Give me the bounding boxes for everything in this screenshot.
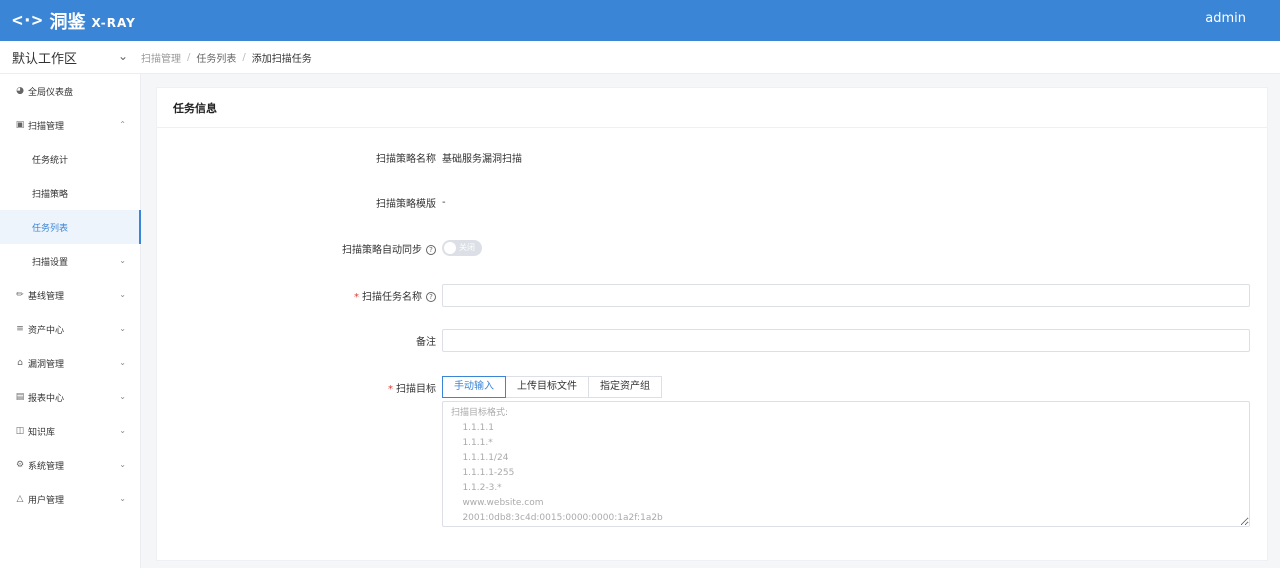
tab-upload-file[interactable]: 上传目标文件 (505, 376, 589, 398)
sidebar-item-label: 知识库 (28, 427, 56, 438)
policy-name-value: 基础服务漏洞扫描 (442, 154, 522, 165)
task-name-input[interactable] (442, 284, 1250, 307)
sidebar: ◕ 全局仪表盘 ▣ 扫描管理 ⌃ 任务统计 扫描策略 任务列表 扫描设置 ⌄ ✏… (0, 74, 141, 568)
form-row-task-name: * 扫描任务名称? (157, 284, 1269, 307)
form-row-target: * 扫描目标 手动输入 上传目标文件 指定资产组 (157, 376, 1269, 398)
field-label: 扫描策略模版 (376, 199, 436, 210)
sidebar-item-users[interactable]: △ 用户管理 ⌄ (0, 482, 140, 516)
toggle-knob (444, 242, 456, 254)
report-icon: ▤ (15, 392, 25, 402)
sidebar-item-label: 资产中心 (28, 325, 65, 336)
sidebar-item-scan-settings[interactable]: 扫描设置 ⌄ (0, 244, 140, 278)
form-row-remark: 备注 (157, 329, 1269, 352)
field-label-wrap: * 扫描目标 (157, 380, 442, 395)
sidebar-item-label: 任务统计 (32, 155, 69, 166)
task-info-card: 任务信息 扫描策略名称 基础服务漏洞扫描 扫描策略模版 - 扫描策略自动同步? … (156, 87, 1268, 561)
chevron-down-icon: ⌄ (119, 324, 126, 333)
sidebar-item-label: 漏洞管理 (28, 359, 65, 370)
chevron-down-icon: ⌄ (119, 256, 126, 265)
field-label: 备注 (416, 337, 436, 348)
breadcrumb-item[interactable]: 扫描管理 (141, 50, 181, 65)
target-textarea[interactable]: 扫描目标格式: 1.1.1.1 1.1.1.* 1.1.1.1/24 1.1.1… (442, 401, 1250, 527)
user-menu[interactable]: admin (1205, 0, 1246, 41)
logo-text-cn: 洞鉴 (49, 11, 86, 33)
code-icon: <·> (12, 10, 42, 31)
sidebar-item-vulnerabilities[interactable]: ⌂ 漏洞管理 ⌄ (0, 346, 140, 380)
breadcrumb-separator: / (187, 52, 191, 63)
policy-template-value: - (442, 197, 446, 208)
required-mark: * (354, 292, 359, 303)
sidebar-item-system[interactable]: ⚙ 系统管理 ⌄ (0, 448, 140, 482)
layers-icon: ≡ (16, 324, 24, 334)
sidebar-item-baseline[interactable]: ✏ 基线管理 ⌄ (0, 278, 140, 312)
sidebar-item-label: 任务列表 (32, 223, 69, 234)
chevron-down-icon: ⌄ (119, 494, 126, 503)
card-title: 任务信息 (157, 88, 1267, 128)
help-icon[interactable]: ? (426, 244, 436, 255)
baseline-icon: ✏ (16, 290, 24, 300)
field-label-wrap: * 扫描任务名称? (157, 288, 442, 303)
remark-input[interactable] (442, 329, 1250, 352)
sidebar-item-task-list[interactable]: 任务列表 (0, 210, 141, 244)
form-row-auto-sync: 扫描策略自动同步? 关闭 (157, 240, 1269, 256)
sidebar-item-task-stats[interactable]: 任务统计 (0, 142, 140, 176)
top-bar: <·> 洞鉴 X-RAY admin (0, 0, 1280, 41)
auto-sync-toggle[interactable]: 关闭 (442, 240, 482, 256)
sidebar-item-label: 扫描策略 (32, 189, 69, 200)
target-tabs: 手动输入 上传目标文件 指定资产组 (442, 376, 662, 398)
book-icon: ◫ (15, 426, 25, 436)
workspace-label: 默认工作区 (12, 52, 78, 67)
chevron-down-icon: ⌄ (119, 358, 126, 367)
field-label: 扫描任务名称 (362, 292, 422, 303)
dashboard-icon: ◕ (16, 86, 24, 96)
tab-asset-group[interactable]: 指定资产组 (588, 376, 662, 398)
field-label: 扫描策略自动同步 (342, 244, 422, 256)
form-row-policy-name: 扫描策略名称 基础服务漏洞扫描 (157, 150, 1269, 165)
toggle-label: 关闭 (459, 243, 475, 252)
chevron-up-icon: ⌃ (119, 120, 126, 129)
sidebar-item-label: 扫描设置 (32, 257, 69, 268)
sidebar-item-assets[interactable]: ≡ 资产中心 ⌄ (0, 312, 140, 346)
chevron-down-icon: ⌄ (117, 49, 128, 63)
chevron-down-icon: ⌄ (119, 290, 126, 299)
required-mark: * (388, 383, 393, 395)
home-icon: ⌂ (17, 358, 23, 368)
sidebar-item-dashboard[interactable]: ◕ 全局仪表盘 (0, 74, 140, 108)
chevron-down-icon: ⌄ (119, 426, 126, 435)
breadcrumb-item[interactable]: 任务列表 (196, 50, 236, 65)
chevron-down-icon: ⌄ (119, 460, 126, 469)
sidebar-item-label: 用户管理 (28, 495, 65, 506)
field-label: 扫描策略名称 (376, 154, 436, 165)
chevron-down-icon: ⌄ (119, 392, 126, 401)
sidebar-item-scan-management[interactable]: ▣ 扫描管理 ⌃ (0, 108, 140, 142)
sidebar-item-label: 报表中心 (28, 393, 65, 404)
workspace-select[interactable]: 默认工作区 ⌄ (0, 41, 140, 74)
field-label: 扫描目标 (396, 383, 436, 395)
help-icon[interactable]: ? (426, 292, 436, 302)
breadcrumb: 扫描管理 / 任务列表 / 添加扫描任务 (141, 41, 312, 74)
tab-manual-input[interactable]: 手动输入 (442, 376, 506, 398)
sidebar-item-label: 全局仪表盘 (28, 87, 74, 98)
sidebar-item-knowledge[interactable]: ◫ 知识库 ⌄ (0, 414, 140, 448)
logo[interactable]: <·> 洞鉴 X-RAY (0, 0, 136, 41)
sidebar-item-label: 系统管理 (28, 461, 65, 472)
user-icon: △ (16, 494, 24, 504)
field-label-wrap: 扫描策略自动同步? (157, 241, 442, 256)
gear-icon: ⚙ (15, 460, 25, 470)
form-row-policy-template: 扫描策略模版 - (157, 195, 1269, 210)
sidebar-item-label: 扫描管理 (28, 121, 65, 132)
scan-icon: ▣ (15, 120, 25, 130)
sidebar-item-scan-policy[interactable]: 扫描策略 (0, 176, 140, 210)
sub-bar: 默认工作区 ⌄ 扫描管理 / 任务列表 / 添加扫描任务 (0, 41, 1280, 74)
breadcrumb-separator: / (242, 52, 246, 63)
sidebar-item-reports[interactable]: ▤ 报表中心 ⌄ (0, 380, 140, 414)
breadcrumb-current: 添加扫描任务 (251, 54, 312, 65)
sidebar-item-label: 基线管理 (28, 291, 65, 302)
logo-text-en: X-RAY (91, 15, 136, 30)
